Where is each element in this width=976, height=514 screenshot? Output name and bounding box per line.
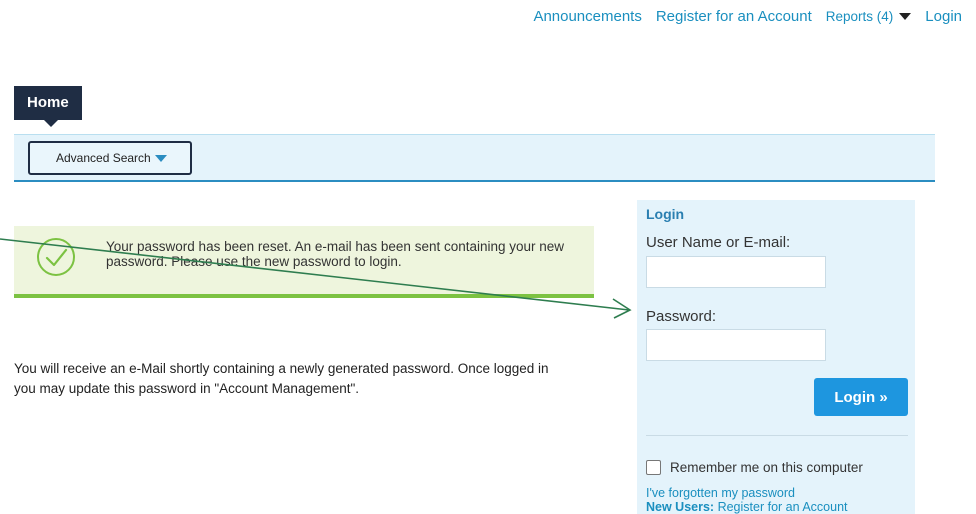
panel-divider	[646, 435, 908, 436]
tab-pointer-icon	[44, 120, 58, 127]
new-users-row: New Users: Register for an Account	[646, 500, 848, 514]
reports-menu[interactable]: Reports (4)	[826, 9, 912, 24]
notice-message: Your password has been reset. An e-mail …	[106, 239, 565, 269]
remember-me-checkbox[interactable]	[646, 460, 661, 475]
reports-label: Reports (4)	[825, 9, 894, 24]
caret-down-icon	[899, 13, 912, 20]
username-input[interactable]	[646, 256, 826, 288]
advanced-search-button[interactable]: Advanced Search	[28, 141, 192, 175]
login-link[interactable]: Login	[925, 8, 962, 25]
chevron-down-icon	[154, 154, 167, 162]
advanced-search-label: Advanced Search	[56, 151, 151, 165]
remember-me-row: Remember me on this computer	[646, 460, 863, 475]
tab-home[interactable]: Home	[14, 86, 82, 127]
register-account-link[interactable]: Register for an Account	[656, 8, 812, 25]
forgot-password-link[interactable]: I've forgotten my password	[646, 486, 795, 500]
success-notice: Your password has been reset. An e-mail …	[14, 226, 594, 298]
tab-home-label: Home	[27, 94, 69, 111]
top-navigation: Announcements Register for an Account Re…	[533, 8, 962, 25]
info-text: You will receive an e-Mail shortly conta…	[14, 361, 549, 396]
panel-register-link[interactable]: Register for an Account	[718, 500, 848, 514]
sub-navigation-bar: Advanced Search	[14, 134, 935, 182]
login-button[interactable]: Login »	[814, 378, 908, 416]
announcements-link[interactable]: Announcements	[533, 8, 641, 25]
new-users-label: New Users:	[646, 500, 715, 514]
check-circle-icon	[37, 238, 75, 276]
password-input[interactable]	[646, 329, 826, 361]
password-label: Password:	[646, 308, 717, 325]
login-panel-title: Login	[646, 206, 685, 222]
login-panel: Login User Name or E-mail: Password: Log…	[637, 200, 915, 514]
username-label: User Name or E-mail:	[646, 234, 791, 251]
remember-me-label: Remember me on this computer	[670, 460, 863, 475]
